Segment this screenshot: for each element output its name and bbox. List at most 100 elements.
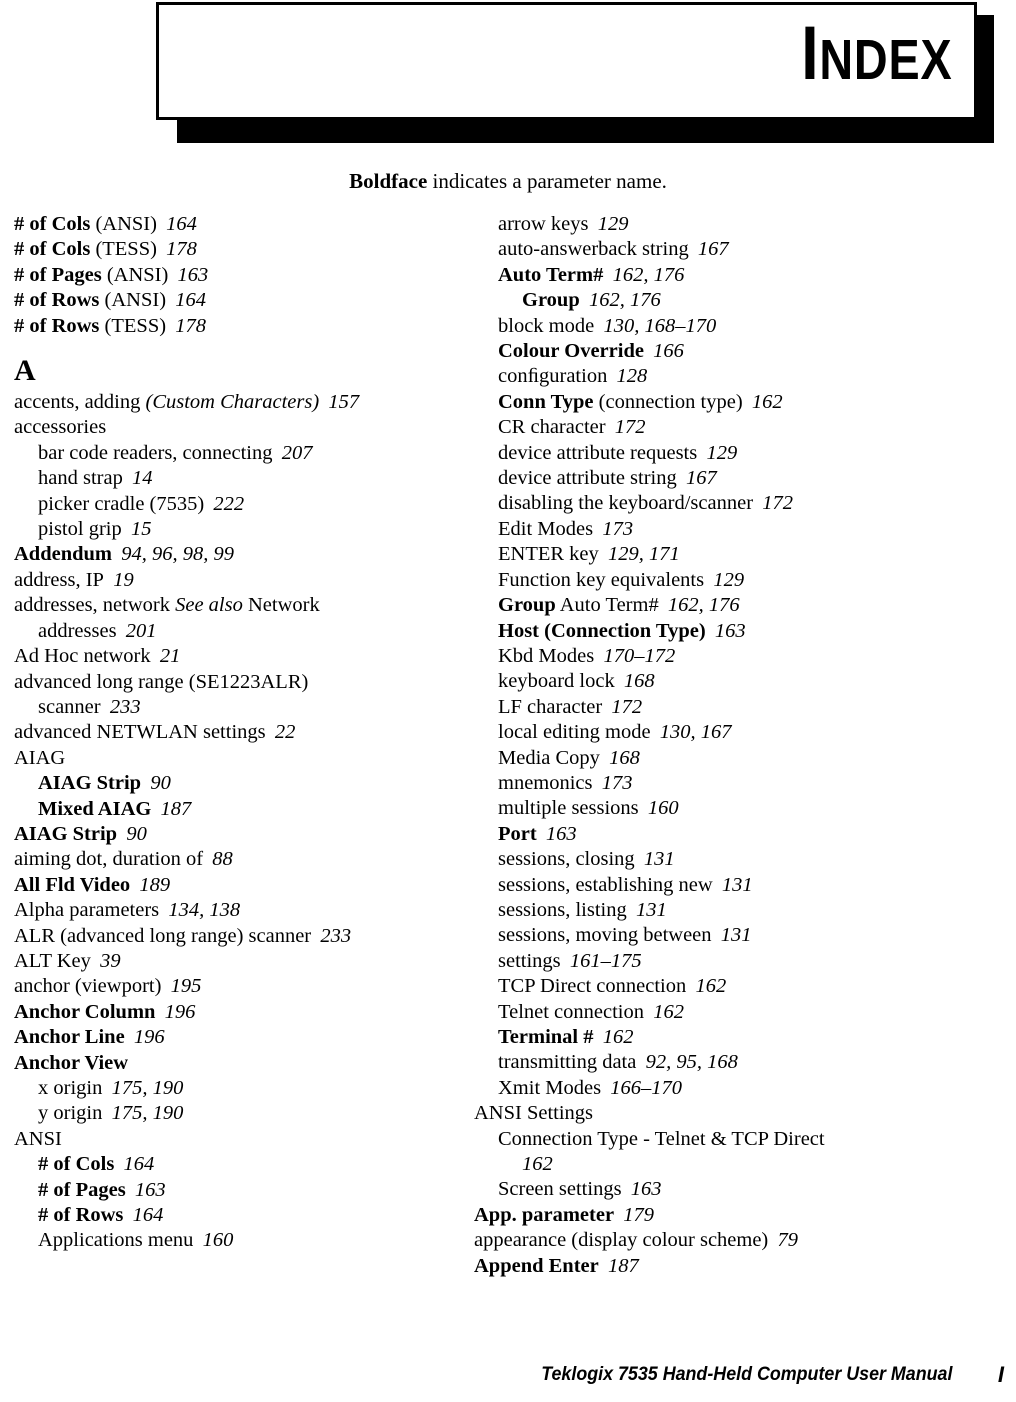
section-letter-heading: A xyxy=(14,354,36,388)
index-entry: Applications menu 160 xyxy=(38,1228,464,1253)
index-entry: TCP Direct connection 162 xyxy=(498,974,944,999)
index-entry: Host (Connection Type) 163 xyxy=(498,619,944,644)
index-entry-pages: 207 xyxy=(281,441,313,464)
index-entry: settings 161–175 xyxy=(498,949,944,974)
index-entry-term: Kbd Modes xyxy=(498,644,595,667)
manual-title: Teklogix 7535 Hand-Held Computer User Ma… xyxy=(540,1364,952,1385)
index-entry-pages: 163 xyxy=(714,619,746,642)
index-entry-pages: 131 xyxy=(720,924,752,947)
index-entry-pages: 172 xyxy=(611,695,643,718)
index-entry-term: Network xyxy=(242,594,320,617)
index-entry: anchor (viewport) 195 xyxy=(14,974,464,999)
index-entry: # of Pages (ANSI) 163 xyxy=(14,263,464,288)
index-entry-pages: 173 xyxy=(602,517,634,540)
index-entry-pages: 175, 190 xyxy=(111,1077,184,1099)
index-entry: auto-answerback string 167 xyxy=(498,237,944,262)
index-entry: AIAG Strip 90 xyxy=(38,771,464,796)
header-shadow-bottom xyxy=(177,120,994,143)
index-entry-pages: 163 xyxy=(545,822,577,845)
index-entry-pages: 22 xyxy=(274,721,296,744)
index-entry-term-bold: # of Rows xyxy=(14,314,100,337)
index-entry-term: TCP Direct connection xyxy=(498,975,687,998)
index-entry-term: ALR (advanced long range) scanner xyxy=(14,924,312,947)
index-entry-term-bold: Auto Term# xyxy=(498,263,604,286)
index-entry-term-bold: # of Cols xyxy=(38,1153,115,1176)
index-entry-pages: 163 xyxy=(630,1178,662,1201)
index-entry: conﬁguration 128 xyxy=(498,364,944,389)
index-entry: local editing mode 130, 167 xyxy=(498,720,944,745)
index-entry-pages: 129 xyxy=(706,441,738,464)
index-entry-term: Applications menu xyxy=(38,1229,194,1252)
index-entry-term: device attribute string xyxy=(498,467,677,490)
index-entry-term: (ANSI) xyxy=(101,263,169,286)
index-entry-pages: 162, 176 xyxy=(667,594,740,617)
index-entry-pages: 178 xyxy=(166,238,197,261)
index-entry-term: ANSI xyxy=(14,1127,62,1150)
index-entry: mnemonics 173 xyxy=(498,771,944,796)
index-entry-pages: 201 xyxy=(125,619,157,642)
index-entry-term-bold: All Fld Video xyxy=(14,873,131,896)
index-entry-term: aiming dot, duration of xyxy=(14,848,204,871)
index-entry-term: advanced NETWLAN settings xyxy=(14,721,266,744)
index-entry-term: Edit Modes xyxy=(498,517,594,540)
index-entry: Conn Type (connection type) 162 xyxy=(498,390,944,415)
index-entry-term: mnemonics xyxy=(498,771,593,794)
index-entry-term-bold: # of Pages xyxy=(38,1178,126,1201)
index-entry-term: Auto Term# xyxy=(555,594,659,617)
index-entry: Anchor Column 196 xyxy=(14,1000,464,1025)
index-entry: Ad Hoc network 21 xyxy=(14,644,464,669)
index-entry: # of Cols (TESS) 178 xyxy=(14,237,464,262)
index-entry: accents, adding (Custom Characters) 157 xyxy=(14,390,464,415)
index-entry-term: Ad Hoc network xyxy=(14,645,151,668)
index-entry-term-italic: See also xyxy=(175,594,243,617)
index-entry: scanner 233 xyxy=(38,695,464,720)
index-entry-term: multiple sessions xyxy=(498,797,639,820)
index-entry: AIAG Strip 90 xyxy=(14,822,464,847)
index-entry-pages: 162, 176 xyxy=(612,263,685,286)
index-entry-term: Telnet connection xyxy=(498,1000,644,1023)
index-header-banner: INDEX xyxy=(0,0,1016,150)
index-entry-term: addresses xyxy=(38,619,117,642)
index-entry: App. parameter 179 xyxy=(474,1203,944,1228)
index-entry-term: ANSI Settings xyxy=(474,1102,594,1125)
index-entry-pages: 161–175 xyxy=(569,949,642,972)
index-entry-pages: 129, 171 xyxy=(608,543,680,566)
index-entry-term: (ANSI) xyxy=(90,213,157,235)
index-entry-pages: 129 xyxy=(597,213,629,235)
index-entry: ALR (advanced long range) scanner 233 xyxy=(14,924,464,949)
index-entry-term: Screen settings xyxy=(498,1178,622,1201)
index-entry: Anchor Line 196 xyxy=(14,1025,464,1050)
index-entry: Append Enter 187 xyxy=(474,1254,944,1279)
index-entry-term: ALT Key xyxy=(14,949,91,972)
index-entry-pages: 172 xyxy=(762,492,793,515)
index-entry-term-italic: (Custom Characters) xyxy=(145,391,320,414)
index-entry: advanced NETWLAN settings 22 xyxy=(14,720,464,745)
index-entry-pages: 130, 167 xyxy=(659,721,732,744)
index-entry-pages: 168 xyxy=(609,746,640,769)
index-entry-term: sessions, closing xyxy=(498,848,635,871)
index-entry-pages: 164 xyxy=(132,1204,164,1227)
index-entry-pages: 131 xyxy=(721,873,753,896)
index-entry-term: address, IP xyxy=(14,568,104,591)
index-entry-term: arrow keys xyxy=(498,213,589,235)
index-entry-term: device attribute requests xyxy=(498,441,698,464)
index-entry: Function key equivalents 129 xyxy=(498,568,944,593)
index-entry-pages: 178 xyxy=(175,314,207,337)
index-entry: appearance (display colour scheme) 79 xyxy=(474,1228,944,1253)
index-entry-term-bold: Anchor Column xyxy=(14,1000,156,1023)
index-entry-term: disabling the keyboard/scanner xyxy=(498,492,754,515)
index-entry-term-bold: Anchor View xyxy=(14,1051,129,1074)
index-entry-term: block mode xyxy=(498,314,595,337)
index-entry: Kbd Modes 170–172 xyxy=(498,644,944,669)
index-entry-term-bold: AIAG Strip xyxy=(38,772,142,795)
index-entry-term: Media Copy xyxy=(498,746,600,769)
index-entry: Telnet connection 162 xyxy=(498,1000,944,1025)
index-entry: # of Cols 164 xyxy=(38,1152,464,1177)
index-entry: bar code readers, connecting 207 xyxy=(38,441,464,466)
index-entry-pages: 128 xyxy=(616,365,648,388)
page-footer: Teklogix 7535 Hand-Held Computer User Ma… xyxy=(0,1362,1016,1396)
index-entry: Group Auto Term# 162, 176 xyxy=(498,593,944,618)
index-entry-term: sessions, moving between xyxy=(498,924,712,947)
index-entry-term-bold: # of Cols xyxy=(14,238,91,261)
boldface-note-emphasis: Boldface xyxy=(349,169,428,193)
